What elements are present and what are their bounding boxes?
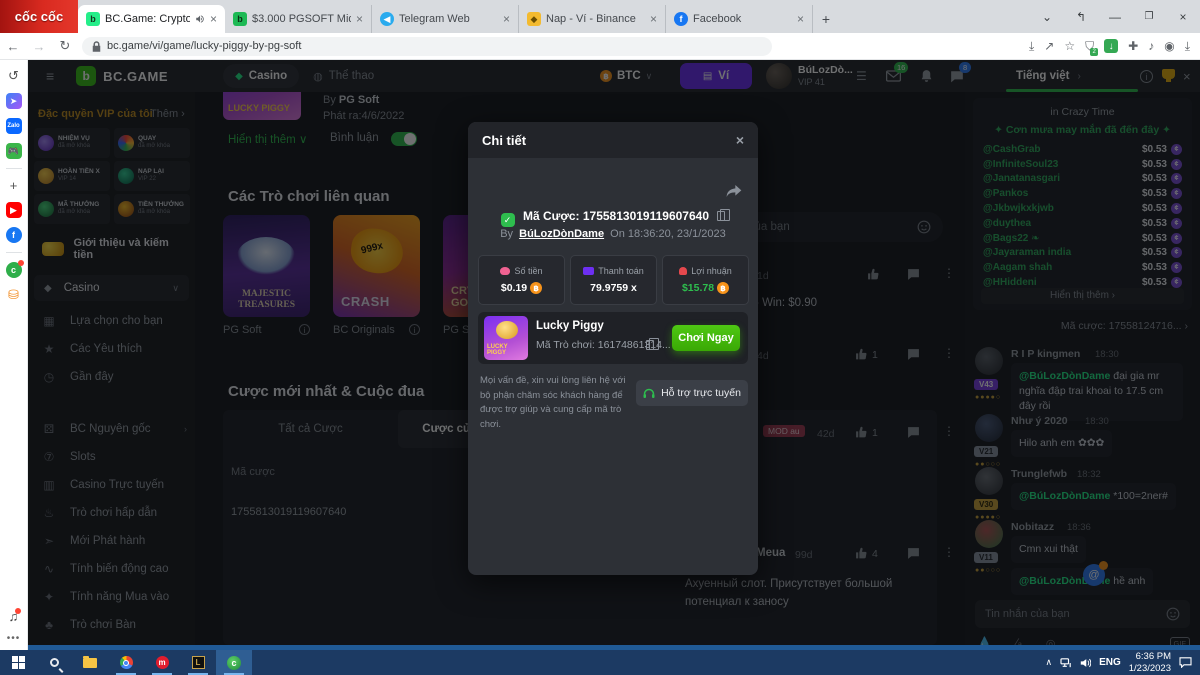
download-manager-icon[interactable]: ↓ <box>1104 39 1118 53</box>
volume-icon[interactable] <box>1080 658 1091 668</box>
url-text: bc.game/vi/game/lucky-piggy-by-pg-soft <box>107 40 301 52</box>
tab-history-icon[interactable]: ↰ <box>1064 10 1098 24</box>
screen: cốc cốc b BC.Game: Crypto Casino × b $3.… <box>0 0 1200 675</box>
messenger-icon[interactable]: ➤ <box>6 93 22 109</box>
lock-icon <box>92 41 101 52</box>
media-control-icon[interactable]: ♪ <box>1148 39 1154 53</box>
card-icon <box>583 267 594 275</box>
verified-shield-icon[interactable]: ✓ <box>501 213 515 227</box>
tab-search-icon[interactable]: ⌄ <box>1030 10 1064 24</box>
tab-close-icon[interactable]: × <box>356 12 363 26</box>
pgsoft-favicon: b <box>233 12 247 26</box>
btc-icon: ฿ <box>717 282 729 294</box>
taskbar-clock[interactable]: 6:36 PM 1/23/2023 <box>1129 651 1171 674</box>
stat-amount: Số tiền $0.19฿ <box>478 255 565 305</box>
coccoc-brand-label: cốc cốc <box>15 9 63 24</box>
add-sidebar-icon[interactable]: + <box>10 178 18 193</box>
league-of-legends-icon[interactable]: L <box>180 650 216 675</box>
bet-author-link[interactable]: BúLozDònDame <box>519 228 604 240</box>
copy-icon[interactable] <box>646 340 654 350</box>
telegram-favicon: ◀ <box>380 12 394 26</box>
coccoc-news-icon[interactable]: c <box>6 262 22 278</box>
address-bar[interactable]: bc.game/vi/game/lucky-piggy-by-pg-soft <box>82 37 772 56</box>
tray-expand-icon[interactable]: ∧ <box>1045 657 1052 668</box>
facebook-favicon: f <box>674 12 688 26</box>
bcgame-page: ≡ b BC.GAME ◆ Casino ◍ Thể thao ฿ BTC ∨ … <box>28 60 1200 645</box>
share-icon[interactable]: ↗ <box>1044 39 1054 53</box>
action-center-icon[interactable] <box>1179 657 1192 668</box>
browser-tab-strip: cốc cốc b BC.Game: Crypto Casino × b $3.… <box>0 0 1200 33</box>
coccoc-side-rail: ↺ ➤ Zalo 🎮 + ▶ f c ⛁ ♫ ••• <box>0 60 28 650</box>
bet-author-row: By BúLozDònDame On 18:36:20, 23/1/2023 <box>468 228 758 240</box>
play-now-button[interactable]: Chơi Ngay <box>672 325 740 351</box>
notification-bell-icon[interactable]: ♫ <box>9 609 19 624</box>
tab-close-icon[interactable]: × <box>210 12 217 26</box>
chrome-icon[interactable] <box>108 650 144 675</box>
game-thumbnail[interactable]: LUCKY PIGGY <box>484 316 528 360</box>
more-icon[interactable]: ••• <box>7 633 21 644</box>
game-controller-icon[interactable]: 🎮 <box>6 143 22 159</box>
tab-close-icon[interactable]: × <box>650 12 657 26</box>
divider <box>6 252 22 253</box>
reload-button[interactable]: ↻ <box>52 38 78 54</box>
stat-payout: Thanh toán 79.9759 x <box>570 255 657 305</box>
coccoc-menu-button[interactable]: cốc cốc <box>0 0 78 33</box>
modal-header: Chi tiết × <box>468 122 758 158</box>
modal-title: Chi tiết <box>482 133 526 148</box>
tab-binance[interactable]: ◆ Nap - Ví - Binance × <box>519 5 666 33</box>
tab-facebook[interactable]: f Facebook × <box>666 5 813 33</box>
taskbar: m L c ∧ ENG 6:36 PM 1/23/2023 <box>0 650 1200 675</box>
copy-icon[interactable] <box>717 211 725 221</box>
support-text: Mọi vấn đề, xin vui lòng liên hệ với bộ … <box>480 374 630 433</box>
file-explorer-icon[interactable] <box>72 650 108 675</box>
forward-button[interactable]: → <box>26 39 52 54</box>
minimize-button[interactable]: — <box>1098 10 1132 24</box>
profile-icon[interactable]: ◉ <box>1164 39 1174 53</box>
save-page-icon[interactable]: ⤓ <box>1029 39 1034 54</box>
modal-game-row: LUCKY PIGGY Lucky Piggy Mã Trò chơi: 161… <box>478 312 748 364</box>
tab-pgsoft[interactable]: b $3.000 PGSOFT Mid-Week M × <box>225 5 372 33</box>
bookmark-star-icon[interactable]: ☆ <box>1064 39 1075 53</box>
back-button[interactable]: ← <box>0 39 26 54</box>
new-tab-button[interactable]: + <box>813 5 839 33</box>
shield-icon[interactable]: ⛉2 <box>1085 39 1094 54</box>
tab-telegram[interactable]: ◀ Telegram Web × <box>372 5 519 33</box>
history-icon[interactable]: ↺ <box>8 68 19 84</box>
close-button[interactable]: × <box>1166 10 1200 24</box>
tab-bcgame[interactable]: b BC.Game: Crypto Casino × <box>78 5 225 33</box>
network-icon[interactable] <box>1060 658 1072 668</box>
browser-toolbar: ← → ↻ bc.game/vi/game/lucky-piggy-by-pg-… <box>0 33 1200 60</box>
bet-id-text: Mã Cược: 1755813019119607640 <box>523 209 709 223</box>
binance-favicon: ◆ <box>527 12 541 26</box>
coccoc-taskbar-icon[interactable]: c <box>216 650 252 675</box>
taskbar-search-icon[interactable] <box>36 650 72 675</box>
tab-close-icon[interactable]: × <box>503 12 510 26</box>
maximize-button[interactable]: ❐ <box>1132 11 1166 22</box>
support-button[interactable]: Hỗ trợ trực tuyến <box>636 380 748 406</box>
headset-icon <box>643 388 655 399</box>
start-button[interactable] <box>0 650 36 675</box>
bet-id-row: ✓ Mã Cược: 1755813019119607640 <box>468 207 758 227</box>
tab-close-icon[interactable]: × <box>797 12 804 26</box>
facebook-icon[interactable]: f <box>6 227 22 243</box>
bcgame-favicon: b <box>86 12 100 26</box>
modal-game-name[interactable]: Lucky Piggy <box>536 320 604 332</box>
divider <box>6 168 22 169</box>
tab-audio-icon[interactable] <box>195 14 205 24</box>
language-indicator[interactable]: ENG <box>1099 657 1121 668</box>
pig-icon <box>500 267 510 275</box>
red-app-icon[interactable]: m <box>144 650 180 675</box>
bet-details-modal: Chi tiết × ✓ Mã Cược: 175581301911960764… <box>468 122 758 575</box>
share-icon[interactable] <box>726 184 742 198</box>
cart-icon[interactable]: ⛁ <box>8 287 19 303</box>
profit-icon <box>679 267 687 275</box>
zalo-icon[interactable]: Zalo <box>6 118 22 134</box>
downloads-icon[interactable]: ⤓ <box>1185 39 1190 54</box>
extensions-icon[interactable]: ✚ <box>1128 39 1138 53</box>
stat-profit: Lợi nhuận $15.78฿ <box>662 255 749 305</box>
system-tray: ∧ ENG 6:36 PM 1/23/2023 <box>1045 651 1200 674</box>
youtube-icon[interactable]: ▶ <box>6 202 22 218</box>
modal-close-icon[interactable]: × <box>736 132 744 148</box>
btc-icon: ฿ <box>530 282 542 294</box>
